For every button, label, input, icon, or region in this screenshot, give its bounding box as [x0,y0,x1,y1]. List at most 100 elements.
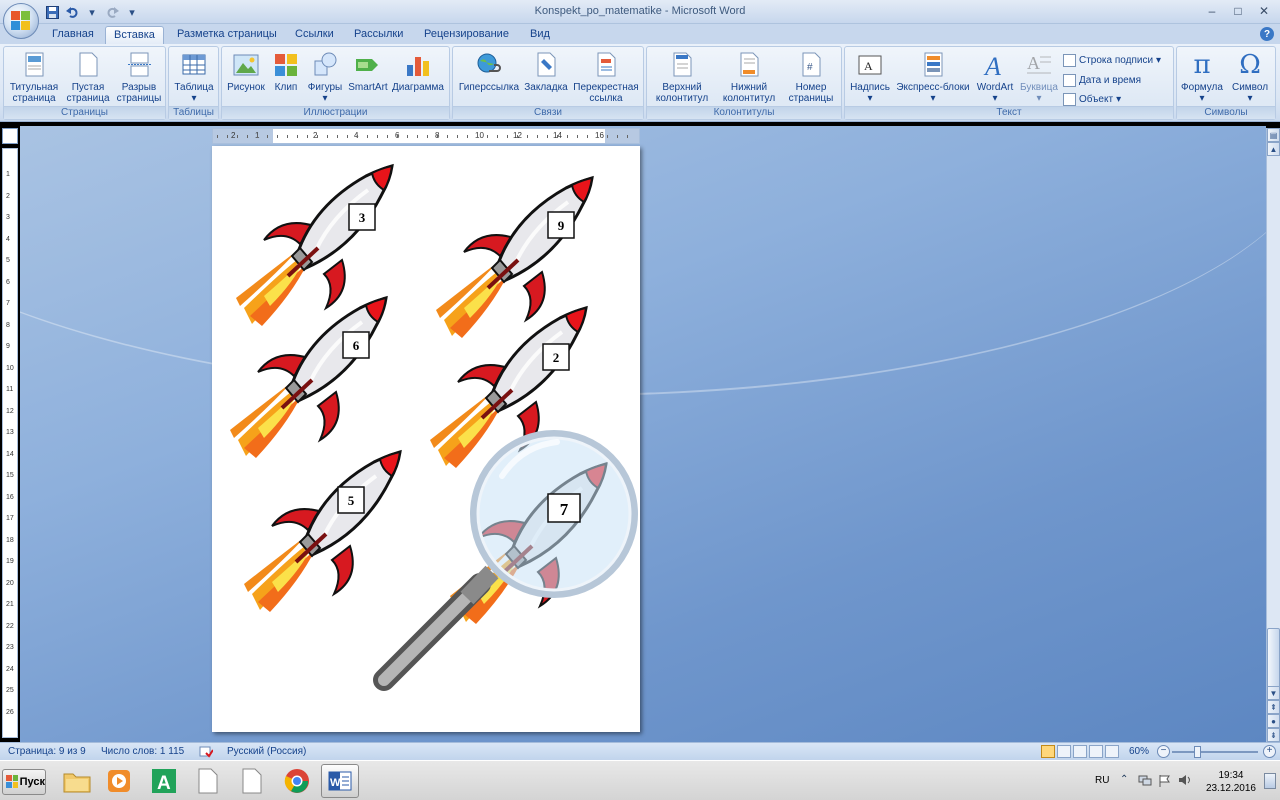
tab-page-layout[interactable]: Разметка страницы [169,26,285,44]
zoom-level[interactable]: 60% [1129,746,1149,757]
chrome-icon[interactable] [278,764,316,798]
textbox-button[interactable]: A Надпись ▾ [847,51,893,104]
object-button[interactable]: Объект ▾ [1063,91,1121,107]
dropcap-button[interactable]: A Буквица ▾ [1019,51,1059,104]
vertical-scrollbar[interactable]: ▤ ▲ ▼ ⇞ ● ⇟ [1266,128,1280,742]
scroll-thumb[interactable] [1267,628,1280,688]
document-area[interactable]: 3 9 6 2 5 7 [20,126,1266,742]
media-player-icon[interactable] [100,764,138,798]
office-button[interactable] [3,3,39,39]
quick-parts-button[interactable]: Экспресс-блоки ▾ [895,51,971,104]
minimize-button[interactable]: – [1200,2,1224,20]
zoom-slider[interactable] [1172,751,1258,753]
svg-text:#: # [807,62,813,73]
textbox-dropdown[interactable]: ▾ [847,93,893,104]
document-page[interactable]: 3 9 6 2 5 7 [212,146,640,732]
full-screen-reading-view-button[interactable] [1057,745,1071,758]
rocket-number-box: 3 [348,203,376,231]
volume-icon[interactable] [1178,774,1192,789]
tab-references[interactable]: Ссылки [287,26,342,44]
clip-button[interactable]: Клип [270,51,302,93]
ruler-number: 1 [6,171,10,178]
wordart-dropdown[interactable]: ▾ [973,93,1017,104]
horizontal-ruler[interactable]: 21246810121416 [212,128,640,144]
equation-label: Формула [1181,82,1223,93]
tray-expand-icon[interactable]: ⌃ [1120,774,1128,785]
bookmark-button[interactable]: Закладка [523,51,569,93]
signature-line-button[interactable]: Строка подписи ▾ [1063,52,1161,68]
blank-page-button[interactable]: Пустая страница [64,51,112,104]
tab-view[interactable]: Вид [522,26,558,44]
page-count[interactable]: Страница: 9 из 9 [8,746,86,757]
draft-view-button[interactable] [1105,745,1119,758]
document-icon[interactable] [233,764,271,798]
select-browse-object-button[interactable]: ● [1267,714,1280,728]
shapes-dropdown[interactable]: ▾ [305,93,345,104]
dropcap-label: Буквица [1020,82,1058,93]
picture-button[interactable]: Рисунок [225,51,267,93]
table-dropdown[interactable]: ▾ [171,93,217,104]
tab-selector[interactable] [2,128,18,144]
svg-text:A: A [1027,53,1040,73]
document-icon[interactable] [189,764,227,798]
tab-insert[interactable]: Вставка [105,26,164,44]
hyperlink-button[interactable]: Гиперссылка [457,51,521,93]
view-buttons [1041,745,1119,758]
scroll-up-button[interactable]: ▲ [1267,142,1280,156]
close-button[interactable]: ✕ [1252,2,1276,20]
word-count[interactable]: Число слов: 1 115 [101,746,184,757]
language-indicator[interactable]: Русский (Россия) [227,746,306,757]
word-icon[interactable]: W [321,764,359,798]
scroll-down-button[interactable]: ▼ [1267,686,1280,700]
green-a-icon[interactable]: A [145,764,183,798]
cross-reference-button[interactable]: Перекрестная ссылка [571,51,641,104]
vertical-ruler[interactable]: 1 2 3 4 5 6 7 8 9 10 11 12 13 14 15 16 17 18 19 20 21 22 23 24 2… [2,148,18,738]
pi-icon: π [1193,50,1211,80]
wordart-button[interactable]: A WordArt ▾ [973,51,1017,104]
start-button[interactable]: Пуск [2,769,46,795]
zoom-slider-thumb[interactable] [1194,746,1201,758]
clock[interactable]: 19:34 23.12.2016 [1206,769,1256,795]
rocket-number-box: 9 [547,211,575,239]
equation-dropdown[interactable]: ▾ [1179,93,1225,104]
page-number-label-2: страницы [788,93,834,104]
page-number-button[interactable]: # Номер страницы [783,51,839,104]
next-page-button[interactable]: ⇟ [1267,728,1280,742]
folder-icon[interactable] [58,764,96,798]
tab-mailings[interactable]: Рассылки [346,26,411,44]
zoom-out-button[interactable]: − [1157,745,1170,758]
cover-page-button[interactable]: Титульная страница [6,51,62,104]
shapes-button[interactable]: Фигуры ▾ [305,51,345,104]
network-icon[interactable] [1138,774,1152,789]
outline-view-button[interactable] [1089,745,1103,758]
zoom-in-button[interactable]: + [1263,745,1276,758]
show-desktop-button[interactable] [1264,773,1276,789]
date-time-button[interactable]: Дата и время [1063,72,1141,88]
flag-icon[interactable] [1158,774,1170,790]
maximize-button[interactable]: □ [1226,2,1250,20]
tab-home[interactable]: Главная [44,26,102,44]
input-language[interactable]: RU [1095,775,1109,786]
signature-line-dropdown[interactable]: ▾ [1156,55,1161,66]
web-layout-view-button[interactable] [1073,745,1087,758]
chart-button[interactable]: Диаграмма [390,51,446,93]
tab-review[interactable]: Рецензирование [416,26,517,44]
object-dropdown[interactable]: ▾ [1116,94,1121,105]
table-button[interactable]: Таблица ▾ [171,51,217,104]
dropcap-dropdown[interactable]: ▾ [1019,93,1059,104]
equation-button[interactable]: π Формула ▾ [1179,51,1225,104]
ruler-toggle-icon[interactable]: ▤ [1267,128,1280,142]
symbol-button[interactable]: Ω Символ ▾ [1227,51,1273,104]
cross-reference-icon [592,51,620,79]
help-icon[interactable]: ? [1260,27,1274,41]
print-layout-view-button[interactable] [1041,745,1055,758]
textbox-icon: A [856,51,884,79]
previous-page-button[interactable]: ⇞ [1267,700,1280,714]
symbol-dropdown[interactable]: ▾ [1227,93,1273,104]
smartart-button[interactable]: SmartArt [347,51,389,93]
spellcheck-icon[interactable] [199,746,214,761]
header-button[interactable]: Верхний колонтитул [649,51,715,104]
page-break-button[interactable]: Разрыв страницы [114,51,164,104]
quick-parts-dropdown[interactable]: ▾ [895,93,971,104]
footer-button[interactable]: Нижний колонтитул [716,51,782,104]
